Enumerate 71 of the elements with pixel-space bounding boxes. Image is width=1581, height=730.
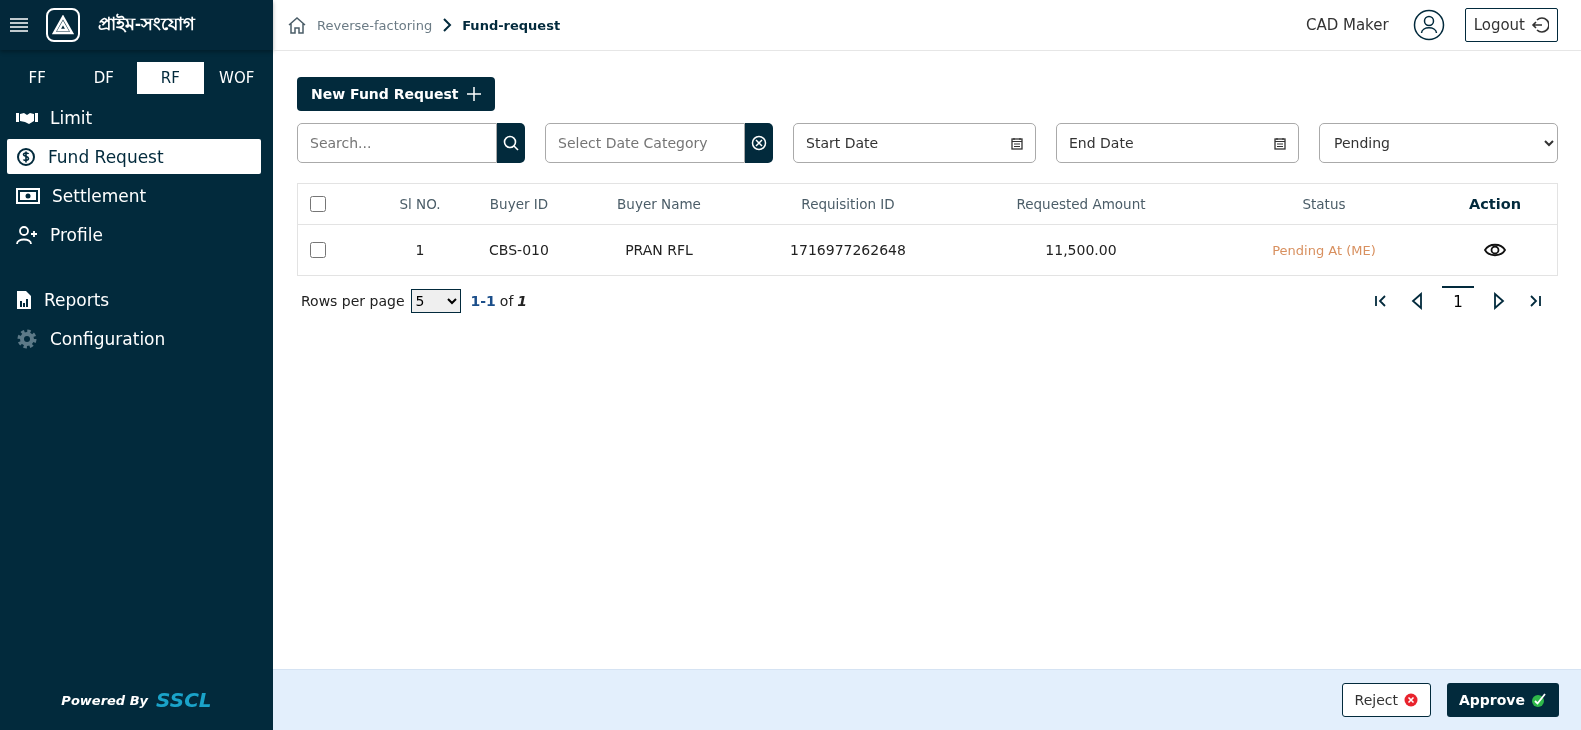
report-file-icon	[16, 289, 32, 310]
table-cell-text: CBS-010	[488, 242, 550, 258]
column-header: Sl NO.	[398, 196, 442, 212]
new-fund-request-button[interactable]: New Fund Request	[297, 77, 495, 111]
table-cell-text: 1	[414, 242, 426, 258]
module-tab[interactable]: WOF	[203, 62, 270, 94]
check-circle-icon	[1531, 692, 1547, 708]
triangle-right-icon	[1492, 292, 1506, 310]
search-field[interactable]: Search...	[297, 123, 497, 163]
sidebar-item[interactable]: Fund Request	[7, 139, 261, 174]
sidebar-item[interactable]: Limit	[7, 100, 261, 135]
eye-icon[interactable]	[1484, 242, 1506, 258]
logout-button[interactable]: Logout	[1464, 8, 1558, 42]
user-avatar-icon[interactable]	[1412, 9, 1445, 41]
search-button[interactable]	[497, 123, 525, 163]
clear-button[interactable]	[745, 123, 773, 163]
search-icon	[503, 135, 519, 151]
menu-icon[interactable]	[10, 18, 28, 32]
column-header: Status	[1301, 196, 1347, 212]
logout-icon	[1531, 16, 1549, 34]
sidebar-item[interactable]: Configuration	[7, 321, 261, 356]
page-button[interactable]: 1	[1442, 286, 1474, 316]
breadcrumb-link[interactable]: Reverse-factoring	[317, 17, 433, 33]
date-category-field[interactable]: Select Date Category	[545, 123, 745, 163]
table-cell-text: 11,500.00	[1044, 242, 1118, 258]
sidebar-item[interactable]: Profile	[7, 217, 261, 252]
module-tab[interactable]: DF	[70, 62, 137, 94]
status-dropdown[interactable]: Pending	[1319, 123, 1558, 163]
table-cell-text: 1716977262648	[789, 242, 907, 258]
triangle-left-icon	[1410, 292, 1424, 310]
logo-icon	[46, 8, 80, 42]
column-header: Requested Amount	[1015, 196, 1147, 212]
start-date-field[interactable]: Start Date	[793, 123, 1036, 163]
row-checkbox[interactable]	[310, 242, 326, 258]
plus-icon	[466, 87, 481, 101]
calendar-icon	[1274, 136, 1286, 150]
approve-button[interactable]: Approve	[1446, 683, 1559, 717]
module-tab[interactable]: FF	[4, 62, 71, 94]
rows-per-page-label: Rows per page	[301, 293, 405, 309]
rows-per-page-select[interactable]: 5	[410, 289, 461, 313]
sidebar-item[interactable]: Reports	[7, 282, 261, 317]
total-count: 1	[517, 293, 528, 309]
breadcrumb-link[interactable]: Fund-request	[462, 17, 561, 33]
last-page-icon	[1528, 294, 1542, 308]
column-header: Requisition ID	[800, 196, 896, 212]
first-page-icon	[1374, 294, 1388, 308]
calendar-icon	[1011, 136, 1023, 150]
reject-button[interactable]: Reject	[1341, 683, 1431, 717]
brand-name: প্রাইম-সংযোগ	[98, 12, 195, 36]
chevron-right-icon	[442, 18, 453, 32]
company-name: SSCL	[156, 688, 212, 712]
add-user-icon	[16, 224, 38, 245]
user-name: CAD Maker	[1305, 16, 1389, 34]
close-circle-icon	[1403, 693, 1418, 707]
column-header: Buyer ID	[488, 196, 550, 212]
banknote-icon	[16, 187, 40, 204]
select-all-checkbox[interactable]	[310, 196, 326, 212]
dollar-coin-icon	[16, 146, 36, 167]
status-text: Pending At (ME)	[1271, 242, 1377, 258]
home-icon[interactable]	[287, 16, 307, 34]
close-icon	[751, 135, 767, 151]
settings-icon	[16, 327, 38, 350]
end-date-field[interactable]: End Date	[1056, 123, 1299, 163]
module-tab[interactable]: RF	[137, 62, 204, 94]
powered-by-label: Powered By	[61, 692, 149, 708]
table-cell-text: PRAN RFL	[624, 242, 694, 258]
of-label: of	[499, 293, 514, 309]
column-header: Buyer Name	[616, 196, 702, 212]
column-header: Action	[1468, 196, 1522, 212]
sidebar-item[interactable]: Settlement	[7, 178, 261, 213]
page-range: 1-1	[470, 293, 496, 309]
